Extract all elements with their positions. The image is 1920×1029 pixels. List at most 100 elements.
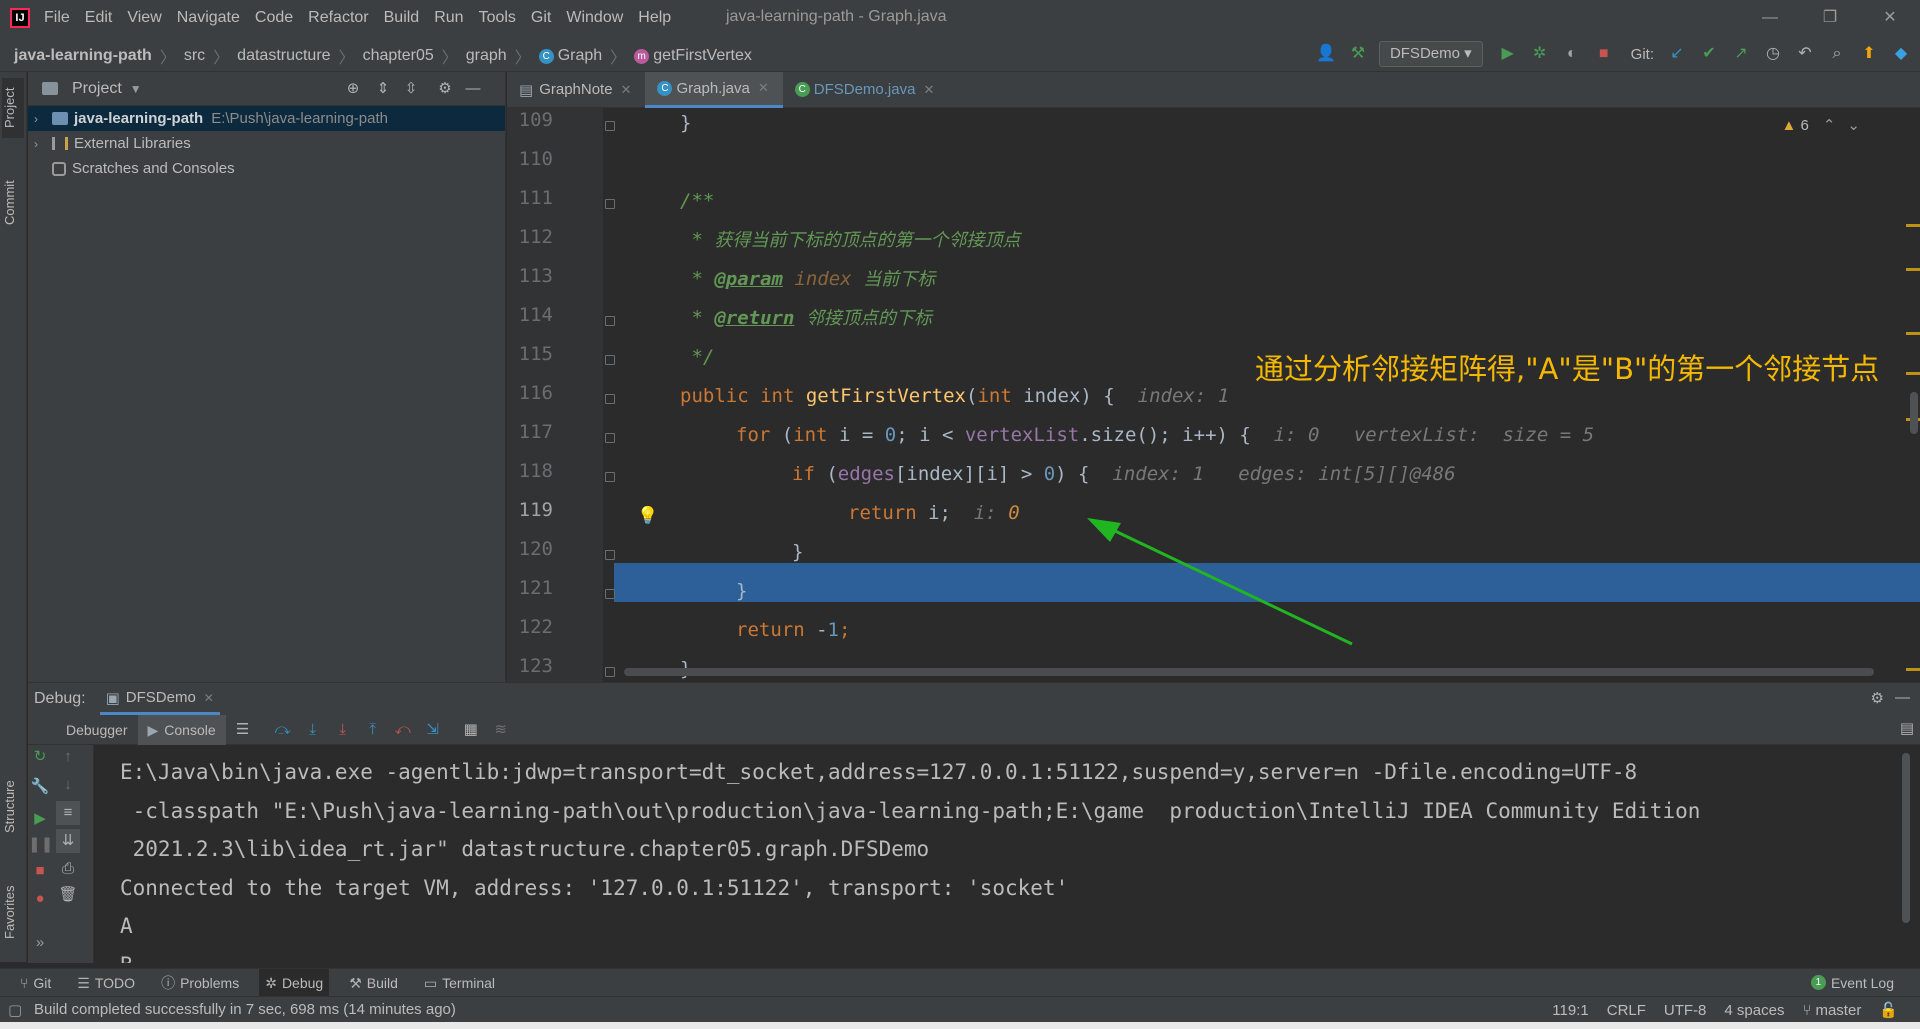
gear-icon[interactable]: ⚙ [434, 78, 456, 100]
chevron-down-icon[interactable]: ▼ [130, 82, 142, 96]
git-commit-icon[interactable]: ✔ [1696, 41, 1722, 67]
step-out-icon[interactable]: ⤒ [360, 717, 386, 743]
chevron-right-icon[interactable]: › [34, 137, 52, 151]
gear-icon[interactable]: ⚙ [1871, 689, 1884, 707]
git-update-icon[interactable]: ↙ [1664, 41, 1690, 67]
line-separator[interactable]: CRLF [1607, 1002, 1646, 1019]
menu-help[interactable]: Help [638, 9, 671, 27]
stripe-structure-tab[interactable]: Structure [2, 762, 24, 852]
menu-file[interactable]: File [44, 9, 70, 27]
layout-settings-icon[interactable]: ▤ [1900, 719, 1914, 737]
user-icon[interactable]: 👤 [1313, 41, 1339, 67]
run-to-cursor-icon[interactable]: ⇲ [420, 717, 446, 743]
git-push-icon[interactable]: ↗ [1728, 41, 1754, 67]
more-icon[interactable]: » [28, 931, 52, 955]
collapse-all-icon[interactable]: ⇳ [400, 78, 422, 100]
project-panel-title[interactable]: Project [72, 80, 122, 98]
trash-icon[interactable]: 🗑 [56, 883, 80, 907]
breadcrumb-project[interactable]: java-learning-path [14, 47, 152, 65]
tab-console[interactable]: ▶ Console [137, 714, 226, 745]
run-configuration-select[interactable]: DFSDemo ▾ [1378, 41, 1483, 67]
soft-wrap-icon[interactable]: ≡ [56, 801, 80, 825]
breadcrumb-class[interactable]: Graph [558, 47, 602, 65]
close-tab-icon[interactable]: ✕ [204, 691, 214, 705]
status-message[interactable]: Build completed successfully in 7 sec, 6… [34, 1001, 456, 1018]
console-output[interactable]: E:\Java\bin\java.exe -agentlib:jdwp=tran… [120, 753, 1910, 963]
search-icon[interactable]: ⌕ [1824, 41, 1850, 67]
tree-item-project-root[interactable]: › java-learning-path E:\Push\java-learni… [28, 106, 505, 131]
breadcrumb-src[interactable]: src [184, 47, 205, 65]
menu-run[interactable]: Run [434, 9, 463, 27]
print-icon[interactable]: ⎙ [56, 857, 80, 881]
step-into-icon[interactable]: ⤓ [300, 717, 326, 743]
tool-tab-build[interactable]: ⚒ Build [343, 969, 404, 997]
tool-tab-debug[interactable]: ✲ Debug [259, 968, 330, 997]
debug-bug-icon[interactable]: ✲ [1527, 41, 1553, 67]
trace-stream-icon[interactable]: ≋ [488, 717, 514, 743]
tool-tab-terminal[interactable]: ▭ Terminal [418, 969, 501, 997]
hide-panel-icon[interactable]: — [462, 78, 484, 100]
run-icon[interactable]: ▶ [1495, 41, 1521, 67]
wrench-icon[interactable]: 🔧 [28, 775, 52, 799]
minimize-button[interactable]: — [1740, 0, 1800, 36]
debug-session-tab[interactable]: ▣ DFSDemo ✕ [99, 683, 220, 715]
menu-tools[interactable]: Tools [479, 9, 516, 27]
tool-tab-git[interactable]: ⑂ Git [14, 969, 57, 997]
panel-toggle-icon[interactable]: ▢ [8, 1001, 22, 1019]
console-icon: ▶ [147, 721, 159, 738]
force-step-into-icon[interactable]: ⤓ [330, 717, 356, 743]
breadcrumb-method[interactable]: getFirstVertex [653, 47, 752, 65]
tree-item-external-libraries[interactable]: › External Libraries [28, 131, 505, 156]
menu-git[interactable]: Git [531, 9, 551, 27]
breadcrumb-datastructure[interactable]: datastructure [237, 47, 330, 65]
resume-icon[interactable]: ▶ [28, 807, 52, 831]
arrow-up-icon[interactable]: ↑ [56, 745, 80, 769]
stripe-favorites-tab[interactable]: Favorites [2, 872, 24, 952]
file-encoding[interactable]: UTF-8 [1664, 1002, 1707, 1019]
indent-settings[interactable]: 4 spaces [1724, 1002, 1784, 1019]
build-hammer-icon[interactable]: ⚒ [1345, 41, 1371, 67]
stripe-project-tab[interactable]: Project [2, 78, 24, 138]
rerun-icon[interactable]: ↻ [28, 745, 52, 769]
menu-refactor[interactable]: Refactor [308, 9, 368, 27]
pause-icon[interactable]: ❚❚ [28, 833, 53, 857]
console-scrollbar[interactable] [1902, 753, 1910, 923]
coverage-icon[interactable]: ◐ [1559, 41, 1585, 67]
restore-button[interactable]: ❐ [1800, 0, 1860, 36]
tool-tab-todo[interactable]: ☰ TODO [71, 969, 141, 997]
caret-position[interactable]: 119:1 [1552, 1002, 1588, 1019]
stop-icon[interactable]: ■ [1591, 41, 1617, 67]
tab-debugger[interactable]: Debugger [56, 715, 138, 745]
tree-item-scratches[interactable]: Scratches and Consoles [28, 156, 505, 181]
frames-menu-icon[interactable]: ☰ [230, 717, 256, 743]
locate-target-icon[interactable]: ⊕ [342, 78, 364, 100]
tool-tab-event-log[interactable]: 1 Event Log [1805, 969, 1900, 997]
step-over-icon[interactable]: ⤼ [270, 717, 296, 743]
menu-edit[interactable]: Edit [85, 9, 113, 27]
menu-window[interactable]: Window [566, 9, 623, 27]
evaluate-expression-icon[interactable]: ▦ [458, 717, 484, 743]
rollback-icon[interactable]: ↶ [1792, 41, 1818, 67]
scroll-to-end-icon[interactable]: ⇊ [56, 829, 80, 853]
menu-code[interactable]: Code [255, 9, 293, 27]
menu-view[interactable]: View [127, 9, 161, 27]
update-available-icon[interactable]: ⬆ [1856, 41, 1882, 67]
history-icon[interactable]: ◷ [1760, 41, 1786, 67]
stop-icon[interactable]: ■ [28, 859, 52, 883]
drop-frame-icon[interactable]: ⤺ [390, 717, 416, 743]
arrow-down-icon[interactable]: ↓ [56, 773, 80, 797]
stripe-commit-tab[interactable]: Commit [2, 168, 24, 238]
view-breakpoints-icon[interactable]: ● [28, 887, 52, 911]
menu-navigate[interactable]: Navigate [177, 9, 240, 27]
breadcrumb-chapter05[interactable]: chapter05 [363, 47, 434, 65]
read-only-lock-icon[interactable]: 🔓 [1879, 1001, 1898, 1019]
jetbrains-toolbox-icon[interactable]: ◆ [1888, 41, 1914, 67]
expand-all-icon[interactable]: ⇕ [372, 78, 394, 100]
git-branch-widget[interactable]: ⑂ master [1802, 1002, 1861, 1019]
hide-panel-icon[interactable]: — [1895, 689, 1910, 706]
close-window-button[interactable]: ✕ [1860, 0, 1920, 36]
breadcrumb-graph[interactable]: graph [466, 47, 507, 65]
menu-build[interactable]: Build [384, 9, 420, 27]
tool-tab-problems[interactable]: ⓘ Problems [155, 969, 245, 997]
chevron-right-icon[interactable]: › [34, 112, 52, 126]
